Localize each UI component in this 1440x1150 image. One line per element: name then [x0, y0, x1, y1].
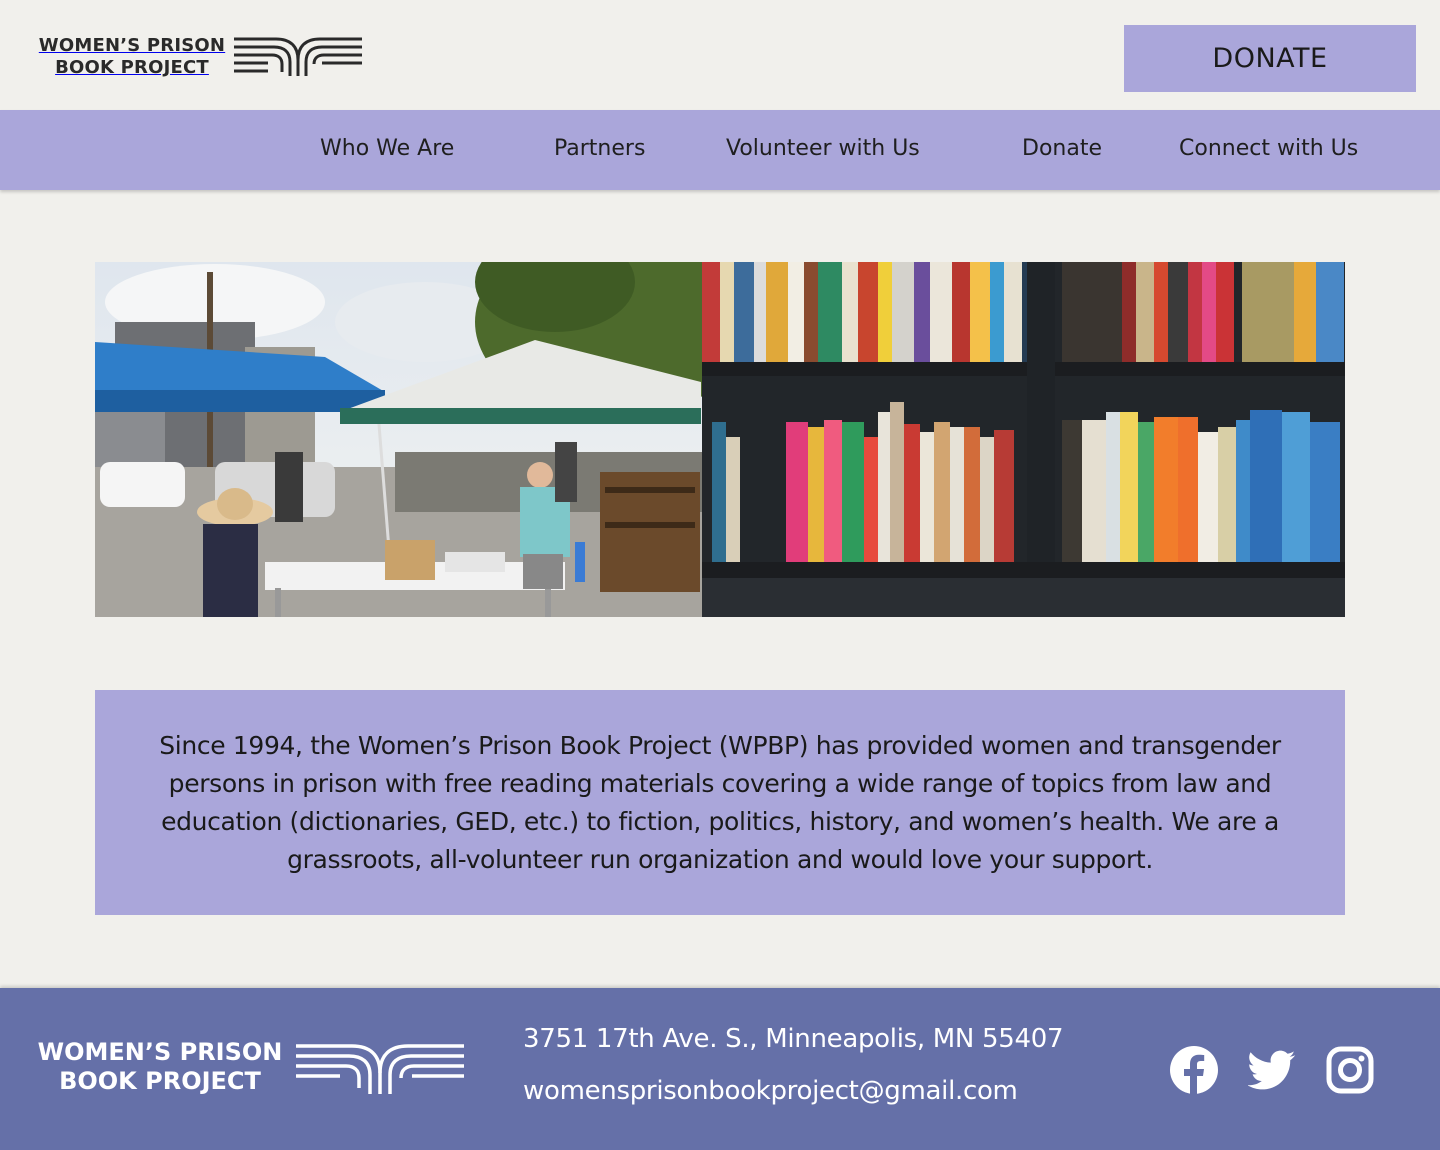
site-header: WOMEN’S PRISON BOOK PROJECT DONATE [0, 0, 1440, 110]
bookshelf-photo [702, 262, 1345, 617]
nav-item-volunteer[interactable]: Volunteer with Us [726, 136, 920, 161]
nav-item-who-we-are[interactable]: Who We Are [320, 136, 454, 161]
email-link[interactable]: womensprisonbookproject@gmail.com [523, 1076, 1018, 1106]
book-logo-icon [234, 37, 362, 76]
nav-item-donate[interactable]: Donate [1022, 136, 1102, 161]
footer-logo-line2: BOOK PROJECT [59, 1067, 261, 1095]
footer-logo-text: WOMEN’S PRISON BOOK PROJECT [32, 1038, 288, 1096]
nav-item-partners[interactable]: Partners [554, 136, 645, 161]
hero-images [95, 262, 1345, 617]
mission-text: Since 1994, the Women’s Prison Book Proj… [159, 730, 1281, 874]
logo-text: WOMEN’S PRISON BOOK PROJECT [34, 35, 230, 79]
volunteers-outdoor-photo [95, 262, 702, 617]
book-logo-icon [296, 1044, 464, 1094]
logo-text-line2: BOOK PROJECT [55, 57, 209, 78]
twitter-icon[interactable] [1247, 1046, 1296, 1094]
nav-item-connect[interactable]: Connect with Us [1179, 136, 1358, 161]
site-footer: WOMEN’S PRISON BOOK PROJECT 3751 17th Av… [0, 988, 1440, 1150]
footer-logo[interactable]: WOMEN’S PRISON BOOK PROJECT [32, 1038, 472, 1098]
site-logo[interactable]: WOMEN’S PRISON BOOK PROJECT [34, 34, 364, 80]
logo-text-line1: WOMEN’S PRISON [38, 35, 226, 56]
donate-button[interactable]: DONATE [1124, 25, 1416, 92]
main-nav: Who We Are Partners Volunteer with Us Do… [0, 110, 1440, 190]
facebook-icon[interactable] [1170, 1046, 1218, 1094]
footer-logo-line1: WOMEN’S PRISON [37, 1038, 283, 1066]
mission-statement: Since 1994, the Women’s Prison Book Proj… [95, 690, 1345, 915]
instagram-icon[interactable] [1326, 1046, 1374, 1094]
address: 3751 17th Ave. S., Minneapolis, MN 55407 [523, 1024, 1064, 1054]
